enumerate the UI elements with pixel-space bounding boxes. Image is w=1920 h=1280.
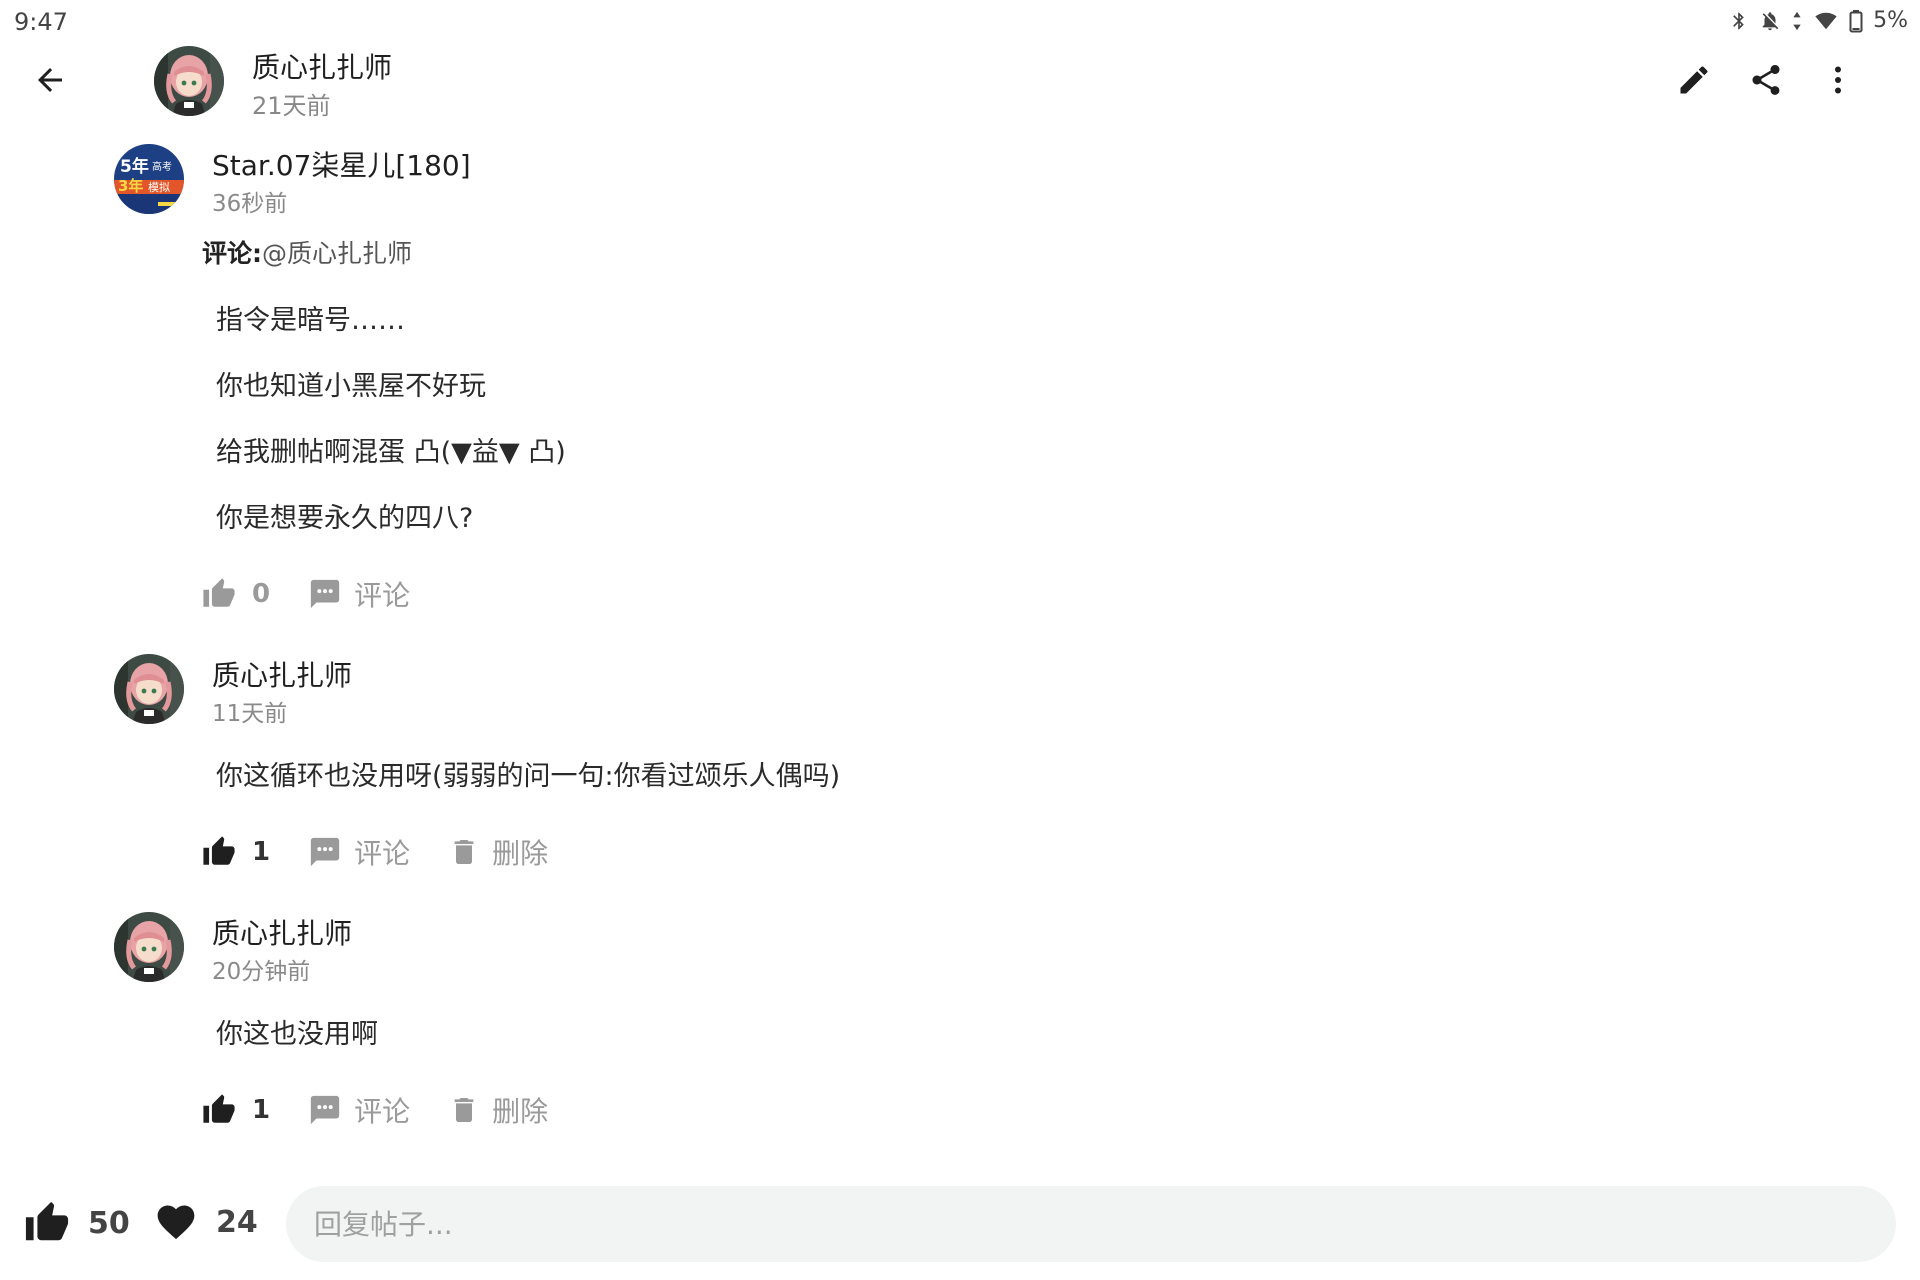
like-count: 1 — [252, 1095, 271, 1125]
reply-target[interactable]: @质心扎扎师 — [262, 239, 412, 268]
bell-off-icon — [1759, 10, 1781, 32]
comment-label: 评论 — [354, 1095, 411, 1128]
header-actions — [1672, 58, 1860, 102]
more-vert-icon — [1835, 66, 1841, 94]
reply-input[interactable] — [286, 1186, 1896, 1262]
trash-icon — [448, 835, 480, 869]
delete-label: 删除 — [492, 837, 549, 870]
comment-author-name[interactable]: 质心扎扎师 — [212, 912, 352, 952]
like-count: 0 — [252, 579, 271, 609]
comment-text-line: 你是想要永久的四八? — [216, 503, 474, 534]
post-time: 21天前 — [252, 92, 331, 120]
battery-level: 5% — [1873, 8, 1908, 33]
reply-reference: 评论:@质心扎扎师 — [202, 234, 412, 270]
comment-time: 36秒前 — [212, 191, 288, 217]
avatar[interactable] — [114, 144, 184, 214]
post-heart-count: 24 — [216, 1204, 258, 1240]
status-bar: 9:47 5% — [0, 0, 1920, 44]
post-like-button[interactable]: 50 — [24, 1200, 130, 1246]
comment-actions: 0 评论 — [202, 574, 448, 614]
delete-label: 删除 — [492, 1095, 549, 1128]
avatar[interactable] — [114, 912, 184, 982]
chat-bubble-icon — [308, 1093, 342, 1127]
comment-text-line: 你也知道小黑屋不好玩 — [216, 371, 486, 402]
wifi-icon — [1813, 10, 1839, 32]
post-header: 质心扎扎师 21天前 — [0, 44, 1920, 120]
delete-button[interactable]: 删除 — [448, 1090, 548, 1130]
delete-button[interactable]: 删除 — [448, 832, 548, 872]
comment-author-name[interactable]: 质心扎扎师 — [212, 654, 352, 694]
heart-icon — [157, 1205, 195, 1240]
comment-author-name[interactable]: Star.07柒星儿[180] — [212, 144, 471, 184]
thumb-up-icon — [202, 1093, 236, 1127]
comment-time: 20分钟前 — [212, 959, 311, 985]
comment-label: 评论 — [354, 579, 411, 612]
comment-button[interactable]: 评论 — [308, 1090, 410, 1130]
avatar[interactable] — [154, 46, 224, 116]
like-button[interactable]: 1 — [202, 835, 270, 869]
like-count: 1 — [252, 837, 271, 867]
like-button[interactable]: 0 — [202, 577, 270, 611]
comment-text-line: 给我删帖啊混蛋 凸(▼益▼ 凸) — [216, 437, 566, 468]
comment-actions: 1 评论 删除 — [202, 1090, 586, 1130]
comment-label: 评论 — [354, 837, 411, 870]
status-time: 9:47 — [14, 8, 68, 36]
back-button[interactable] — [28, 58, 72, 102]
bottom-bar: 50 24 — [0, 1170, 1920, 1280]
arrow-back-icon — [38, 68, 62, 92]
thumb-up-icon — [202, 577, 236, 611]
comment-text-line: 指令是暗号…… — [216, 305, 405, 336]
comment-actions: 1 评论 删除 — [202, 832, 586, 872]
data-arrows-icon — [1791, 10, 1803, 32]
bluetooth-icon — [1729, 10, 1749, 32]
chat-bubble-icon — [308, 577, 342, 611]
comment-button[interactable]: 评论 — [308, 832, 410, 872]
comment-time: 11天前 — [212, 701, 288, 727]
trash-icon — [448, 1093, 480, 1127]
avatar[interactable] — [114, 654, 184, 724]
edit-button[interactable] — [1672, 58, 1716, 102]
status-icons: 5% — [1729, 8, 1908, 33]
thumb-up-icon — [202, 835, 236, 869]
post-author-name[interactable]: 质心扎扎师 — [252, 46, 392, 86]
post-like-count: 50 — [88, 1205, 130, 1241]
comment-text-line: 你这循环也没用呀(弱弱的问一句:你看过颂乐人偶吗) — [216, 761, 841, 792]
comment-text-line: 你这也没用啊 — [216, 1019, 378, 1050]
share-button[interactable] — [1744, 58, 1788, 102]
chat-bubble-icon — [308, 835, 342, 869]
more-button[interactable] — [1816, 58, 1860, 102]
reply-label: 评论: — [202, 239, 262, 268]
share-icon — [1752, 65, 1780, 95]
battery-icon — [1849, 9, 1863, 33]
post-favorite-button[interactable]: 24 — [154, 1200, 258, 1244]
thumb-up-icon — [24, 1200, 70, 1246]
like-button[interactable]: 1 — [202, 1093, 270, 1127]
edit-icon — [1680, 66, 1708, 94]
comment-button[interactable]: 评论 — [308, 574, 410, 614]
